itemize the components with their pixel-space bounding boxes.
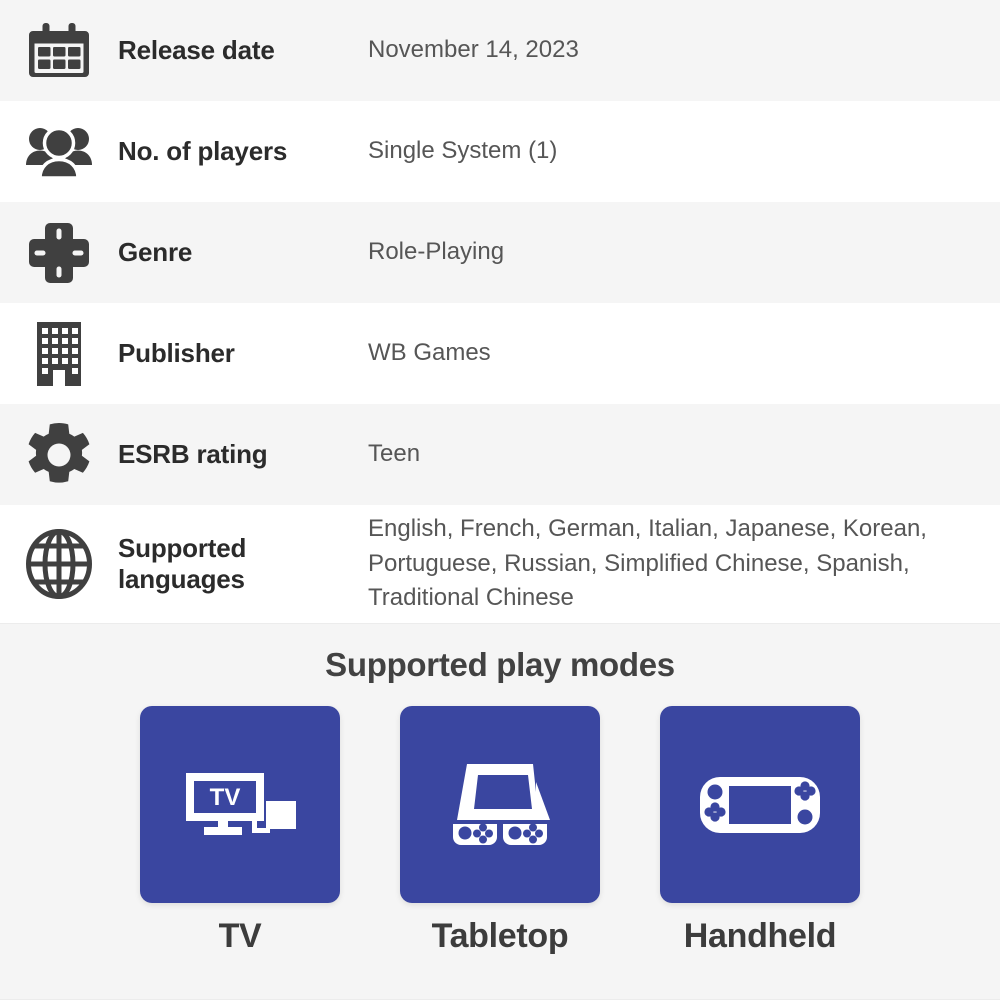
play-modes-title: Supported play modes	[325, 646, 675, 683]
tv-screen-text: TV	[210, 784, 241, 811]
spec-row-supported-languages: Supported languages English, French, Ger…	[0, 505, 1000, 623]
globe-icon	[0, 529, 118, 599]
spec-label: Release date	[118, 35, 275, 66]
spec-row-publisher: Publisher WB Games	[0, 303, 1000, 404]
play-mode-tile[interactable]	[660, 706, 860, 903]
play-mode-label: TV	[218, 917, 262, 955]
spec-label: Genre	[118, 237, 193, 268]
play-mode-handheld[interactable]: Handheld	[660, 706, 860, 956]
spec-value: English, French, German, Italian, Japane…	[368, 514, 927, 612]
spec-value: Role-Playing	[368, 238, 505, 266]
play-mode-label: Tabletop	[431, 917, 569, 955]
play-mode-tile[interactable]	[400, 706, 600, 903]
building-icon	[0, 321, 118, 386]
game-details-panel: Release date November 14, 2023 No. of pl	[0, 0, 1000, 1000]
supported-play-modes-section: Supported play modes TV TV Tabletop Hand…	[0, 623, 1000, 1000]
spec-row-genre: Genre Role-Playing	[0, 202, 1000, 303]
play-mode-tv[interactable]: TV TV	[140, 706, 340, 956]
players-group-icon	[0, 124, 118, 180]
spec-row-release-date: Release date November 14, 2023	[0, 0, 1000, 101]
spec-value: WB Games	[368, 339, 491, 367]
spec-label: No. of players	[118, 136, 288, 167]
spec-row-players: No. of players Single System (1)	[0, 101, 1000, 202]
spec-label: ESRB rating	[118, 439, 268, 470]
spec-value: November 14, 2023	[368, 36, 579, 64]
spec-row-esrb-rating: ESRB rating Teen	[0, 404, 1000, 505]
spec-label: Publisher	[118, 338, 235, 369]
calendar-icon	[0, 20, 118, 82]
spec-value: Single System (1)	[368, 137, 558, 165]
gear-icon	[0, 422, 118, 487]
spec-value: Teen	[368, 440, 421, 468]
play-mode-tile[interactable]: TV	[140, 706, 340, 903]
play-mode-tabletop[interactable]: Tabletop	[400, 706, 600, 956]
dpad-icon	[0, 220, 118, 286]
play-mode-label: Handheld	[683, 917, 837, 955]
spec-label: Supported languages	[118, 533, 247, 594]
play-modes-grid: TV TV Tabletop Handheld	[140, 706, 860, 956]
spec-table: Release date November 14, 2023 No. of pl	[0, 0, 1000, 623]
